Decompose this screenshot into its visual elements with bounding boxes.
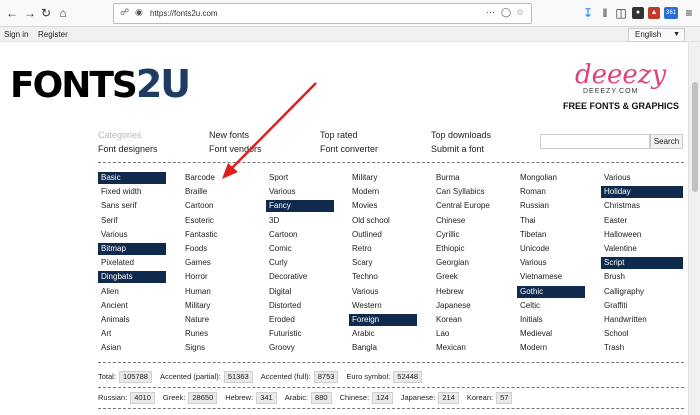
annotation-arrow	[222, 82, 317, 179]
arrow-shaft	[229, 82, 317, 171]
